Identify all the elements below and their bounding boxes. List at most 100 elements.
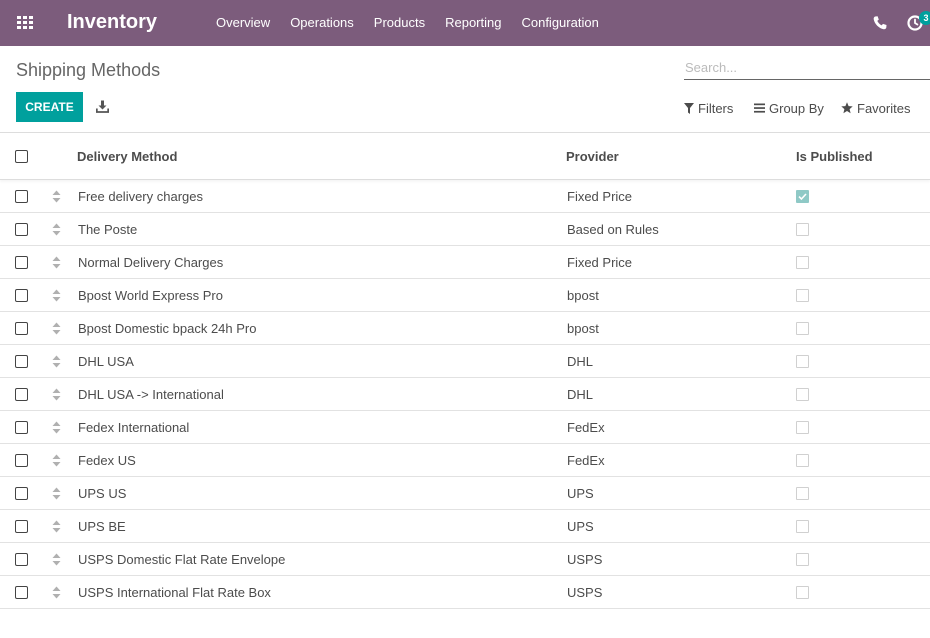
provider-value: FedEx	[567, 453, 605, 468]
menu-configuration[interactable]: Configuration	[511, 0, 608, 46]
provider-value: USPS	[567, 552, 603, 567]
column-delivery-method[interactable]: Delivery Method	[77, 149, 177, 164]
delivery-method-name: USPS International Flat Rate Box	[78, 585, 271, 600]
phone-icon[interactable]	[872, 15, 888, 31]
favorites-toggle[interactable]: Favorites	[841, 100, 910, 116]
provider-value: bpost	[567, 288, 599, 303]
delivery-method-name: Bpost Domestic bpack 24h Pro	[78, 321, 257, 336]
table-row[interactable]: Bpost World Express Pro bpost	[0, 279, 930, 312]
row-checkbox[interactable]	[15, 421, 28, 434]
published-checkbox	[796, 355, 809, 368]
filter-icon	[684, 102, 694, 114]
sort-handle-icon[interactable]	[52, 355, 61, 368]
provider-value: Fixed Price	[567, 255, 633, 270]
menu-products[interactable]: Products	[364, 0, 435, 46]
published-checkbox	[796, 553, 809, 566]
published-checkbox	[796, 487, 809, 500]
sort-handle-icon[interactable]	[52, 520, 61, 533]
provider-value: DHL	[567, 354, 594, 369]
sort-handle-icon[interactable]	[52, 421, 61, 434]
table-row[interactable]: DHL USA DHL	[0, 345, 930, 378]
sort-handle-icon[interactable]	[52, 190, 61, 203]
table-row[interactable]: Fedex International FedEx	[0, 411, 930, 444]
table-row[interactable]: Free delivery charges Fixed Price	[0, 180, 930, 213]
row-checkbox[interactable]	[15, 454, 28, 467]
search-input[interactable]	[684, 56, 930, 80]
sort-handle-icon[interactable]	[52, 553, 61, 566]
row-checkbox[interactable]	[15, 553, 28, 566]
provider-value: UPS	[567, 486, 594, 501]
table-row[interactable]: Fedex US FedEx	[0, 444, 930, 477]
row-checkbox[interactable]	[15, 355, 28, 368]
sort-handle-icon[interactable]	[52, 586, 61, 599]
row-checkbox[interactable]	[15, 487, 28, 500]
table-header: Delivery Method Provider Is Published	[0, 133, 930, 180]
sort-handle-icon[interactable]	[52, 388, 61, 401]
table-row[interactable]: USPS International Flat Rate Box USPS	[0, 576, 930, 609]
filters-label: Filters	[698, 100, 734, 116]
provider-value: Fixed Price	[567, 189, 633, 204]
filters-toggle[interactable]: Filters	[684, 100, 733, 116]
published-checkbox	[796, 256, 809, 269]
table-row[interactable]: DHL USA -> International DHL	[0, 378, 930, 411]
table-body: Free delivery charges Fixed Price The Post…	[0, 180, 930, 609]
group-by-label: Group By	[769, 100, 824, 116]
shipping-methods-table: Delivery Method Provider Is Published Fr…	[0, 132, 930, 609]
row-checkbox[interactable]	[15, 520, 28, 533]
menu-reporting[interactable]: Reporting	[435, 0, 511, 46]
published-checkbox	[796, 421, 809, 434]
provider-value: UPS	[567, 519, 594, 534]
provider-value: bpost	[567, 321, 599, 336]
table-row[interactable]: UPS BE UPS	[0, 510, 930, 543]
sort-handle-icon[interactable]	[52, 289, 61, 302]
check-icon	[798, 193, 807, 201]
row-checkbox[interactable]	[15, 586, 28, 599]
create-button[interactable]: CREATE	[16, 92, 83, 122]
download-icon[interactable]	[96, 100, 109, 113]
row-checkbox[interactable]	[15, 223, 28, 236]
provider-value: Based on Rules	[567, 222, 659, 237]
sort-handle-icon[interactable]	[52, 487, 61, 500]
column-is-published[interactable]: Is Published	[796, 149, 873, 164]
column-provider[interactable]: Provider	[566, 149, 619, 164]
published-checkbox	[796, 190, 809, 203]
app-title[interactable]: Inventory	[67, 11, 157, 34]
select-all-checkbox[interactable]	[15, 150, 28, 163]
row-checkbox[interactable]	[15, 190, 28, 203]
activity-count-badge: 3	[919, 11, 930, 25]
apps-grid-icon[interactable]	[17, 16, 34, 30]
bars-icon	[754, 103, 765, 113]
table-row[interactable]: Bpost Domestic bpack 24h Pro bpost	[0, 312, 930, 345]
delivery-method-name: Fedex International	[78, 420, 190, 435]
delivery-method-name: Normal Delivery Charges	[78, 255, 224, 270]
sort-handle-icon[interactable]	[52, 223, 61, 236]
published-checkbox	[796, 289, 809, 302]
provider-value: USPS	[567, 585, 603, 600]
table-row[interactable]: Normal Delivery Charges Fixed Price	[0, 246, 930, 279]
menu-overview[interactable]: Overview	[206, 0, 280, 46]
published-checkbox	[796, 520, 809, 533]
sort-handle-icon[interactable]	[52, 322, 61, 335]
published-checkbox	[796, 586, 809, 599]
menu-operations[interactable]: Operations	[280, 0, 364, 46]
provider-value: FedEx	[567, 420, 605, 435]
favorites-label: Favorites	[857, 100, 911, 116]
delivery-method-name: UPS BE	[78, 519, 126, 534]
delivery-method-name: UPS US	[78, 486, 127, 501]
row-checkbox[interactable]	[15, 322, 28, 335]
delivery-method-name: USPS Domestic Flat Rate Envelope	[78, 552, 286, 567]
top-navbar: Inventory Overview Operations Products R…	[0, 0, 930, 46]
group-by-toggle[interactable]: Group By	[754, 100, 824, 116]
delivery-method-name: Fedex US	[78, 453, 136, 468]
table-row[interactable]: The Poste Based on Rules	[0, 213, 930, 246]
row-checkbox[interactable]	[15, 388, 28, 401]
sort-handle-icon[interactable]	[52, 454, 61, 467]
star-icon	[841, 102, 853, 114]
published-checkbox	[796, 223, 809, 236]
sort-handle-icon[interactable]	[52, 256, 61, 269]
table-row[interactable]: USPS Domestic Flat Rate Envelope USPS	[0, 543, 930, 576]
row-checkbox[interactable]	[15, 289, 28, 302]
row-checkbox[interactable]	[15, 256, 28, 269]
delivery-method-name: DHL USA	[78, 354, 134, 369]
table-row[interactable]: UPS US UPS	[0, 477, 930, 510]
